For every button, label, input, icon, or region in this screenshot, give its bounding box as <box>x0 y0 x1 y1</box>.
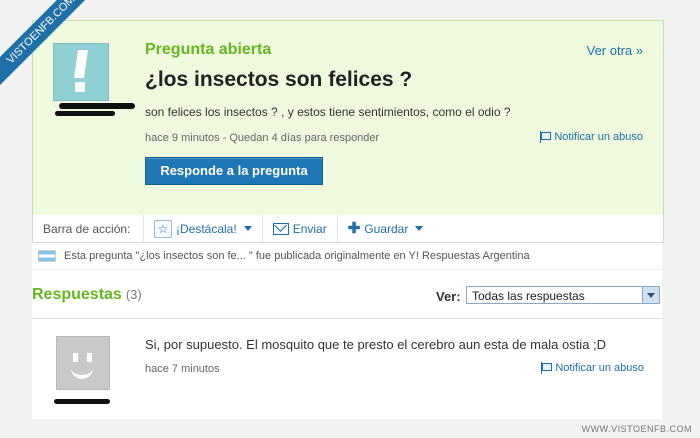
answer-question-button[interactable]: Responde a la pregunta <box>145 157 323 185</box>
question-status: Pregunta abierta <box>145 41 272 58</box>
asker-avatar[interactable] <box>53 43 109 101</box>
origin-notice: Esta pregunta "¿los insectos son fe... "… <box>32 243 662 269</box>
answers-filter-value: Todas las respuestas <box>472 289 585 303</box>
highlight-button[interactable]: ☆ ¡Destácala! <box>143 215 262 242</box>
filter-label: Ver: <box>436 289 461 304</box>
answer-report-label: Notificar un abuso <box>555 362 644 374</box>
save-label: Guardar <box>364 221 409 236</box>
redacted-username <box>59 103 135 109</box>
answers-count: (3) <box>125 287 142 302</box>
exclamation-icon <box>74 50 88 78</box>
answer-report-abuse-link[interactable]: Notificar un abuso <box>541 362 644 374</box>
plus-icon: ✚ <box>347 220 361 237</box>
mail-icon <box>272 222 289 235</box>
action-bar-label: Barra de acción: <box>43 221 131 236</box>
star-icon: ☆ <box>154 219 172 238</box>
answer-text: Si, por supuesto. El mosquito que te pre… <box>145 337 607 352</box>
question-panel: Pregunta abierta Ver otra » ¿los insecto… <box>32 20 664 217</box>
origin-notice-text: Esta pregunta "¿los insectos son fe... "… <box>64 250 530 262</box>
footer-watermark: WWW.VISTOENFB.COM <box>581 424 692 434</box>
report-abuse-label: Notificar un abuso <box>554 131 643 143</box>
avatar-smile <box>71 364 93 379</box>
answers-header: Respuestas (3) Ver: Todas las respuestas <box>32 270 662 319</box>
dropdown-arrow-icon[interactable] <box>642 287 659 303</box>
answers-filter-select[interactable]: Todas las respuestas <box>466 286 660 304</box>
argentina-flag-icon <box>38 250 56 262</box>
exclamation-dot <box>75 82 85 92</box>
chevron-down-icon <box>243 226 252 231</box>
save-button[interactable]: ✚ Guardar <box>336 215 434 242</box>
highlight-label: ¡Destácala! <box>176 221 237 236</box>
action-bar: Barra de acción: ☆ ¡Destácala! Enviar ✚ … <box>32 215 664 243</box>
answers-title: Respuestas (3) <box>32 286 142 304</box>
answer-time: hace 7 minutos <box>145 363 220 375</box>
redacted-username-2 <box>55 111 115 116</box>
answers-title-label: Respuestas <box>32 286 122 303</box>
see-another-link[interactable]: Ver otra » <box>587 43 643 58</box>
answerer-avatar[interactable] <box>56 336 110 390</box>
question-title: ¿los insectos son felices ? <box>145 68 413 91</box>
send-button[interactable]: Enviar <box>261 215 337 242</box>
answer-item: Si, por supuesto. El mosquito que te pre… <box>32 319 662 419</box>
question-meta: hace 9 minutos - Quedan 4 días para resp… <box>145 132 380 144</box>
send-label: Enviar <box>292 221 327 236</box>
chevron-down-icon <box>415 226 424 231</box>
avatar-right-eye <box>87 353 92 362</box>
avatar-left-eye <box>73 353 78 362</box>
report-abuse-link[interactable]: Notificar un abuso <box>540 131 643 143</box>
redacted-answerer-name <box>54 399 110 404</box>
flag-icon <box>541 362 553 374</box>
question-body: son felices los insectos ? , y estos tie… <box>145 105 511 119</box>
flag-icon <box>540 131 552 143</box>
